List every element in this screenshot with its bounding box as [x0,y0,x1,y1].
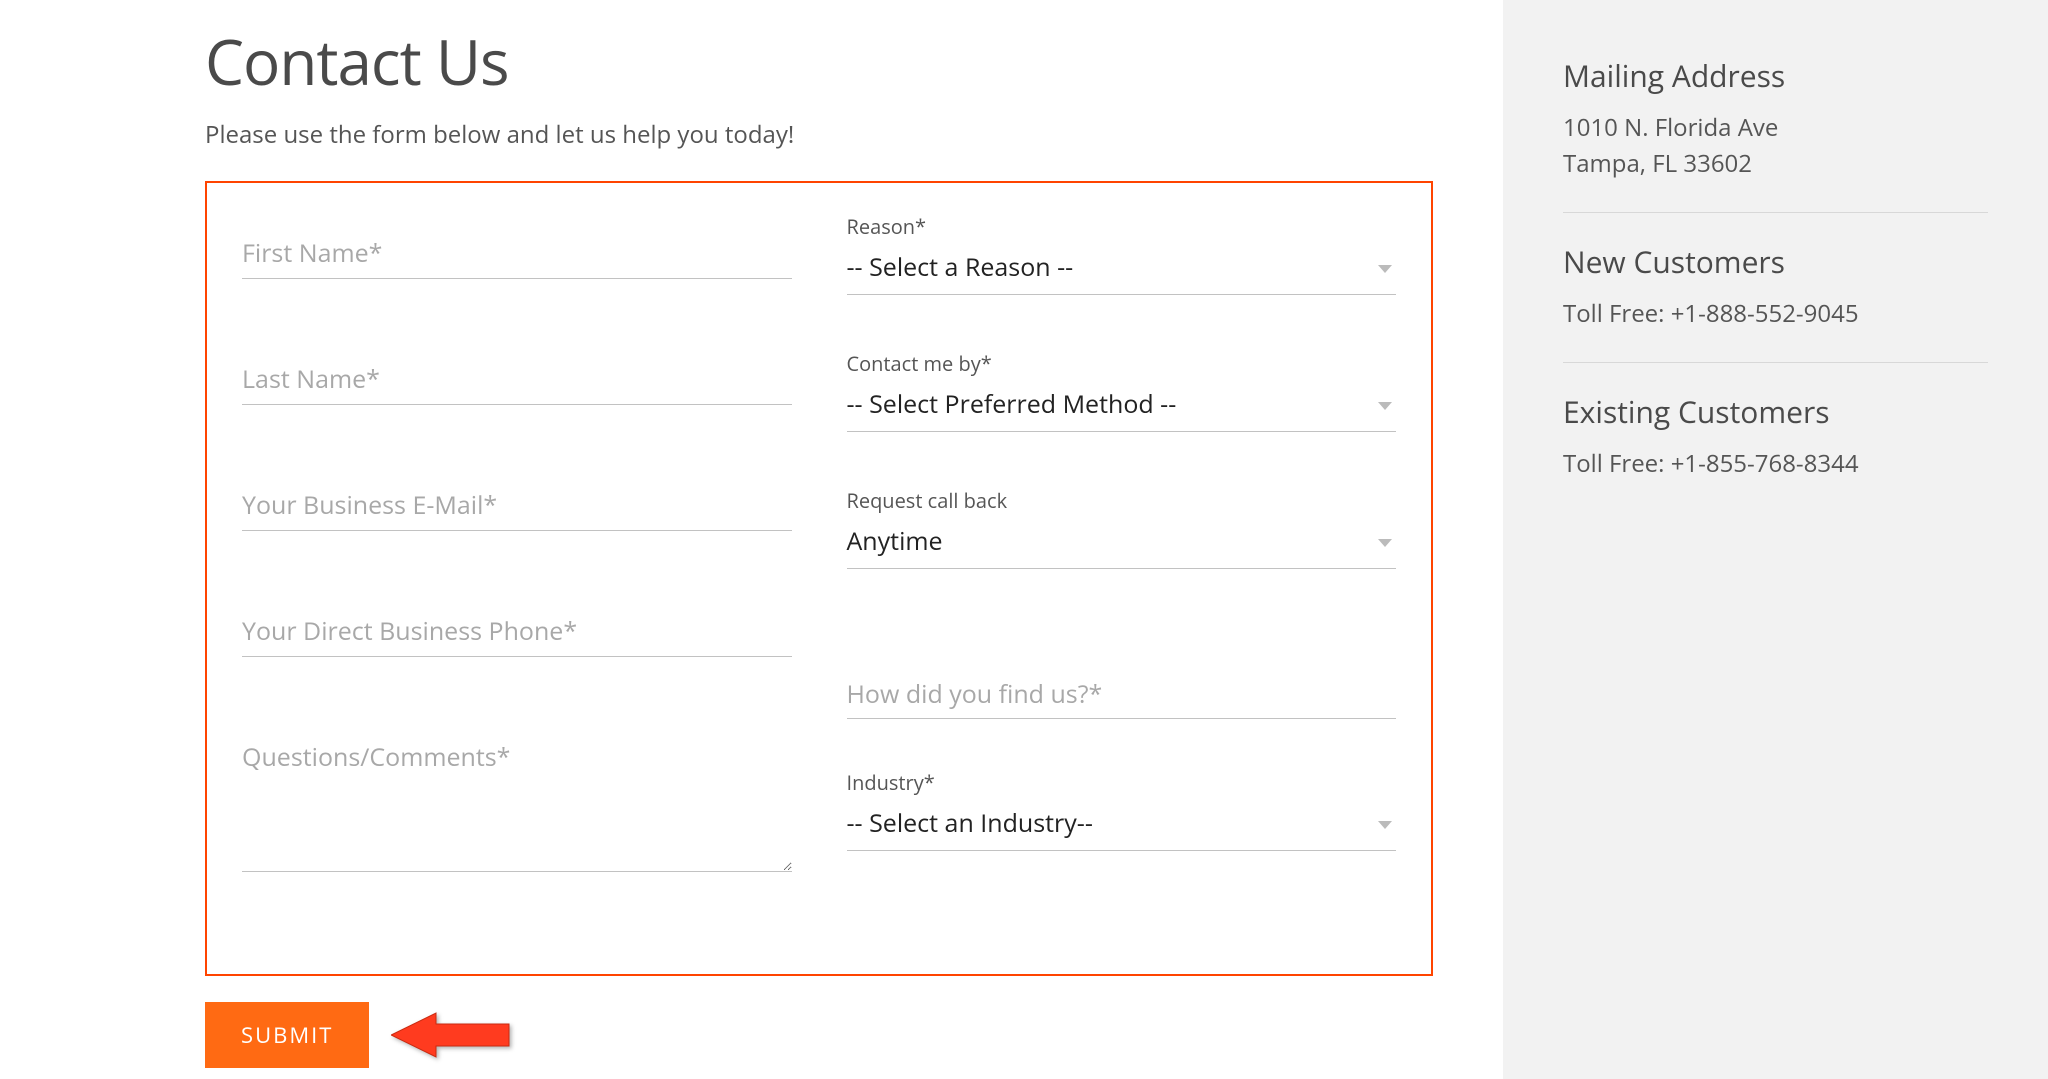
page-title: Contact Us [205,20,1433,104]
sidebar: Mailing Address 1010 N. Florida Ave Tamp… [1503,0,2048,1079]
contact-by-label: Contact me by* [847,350,1397,377]
reason-select-value: -- Select a Reason -- [847,244,1397,294]
reason-select[interactable]: -- Select a Reason -- [847,244,1397,295]
contact-by-select[interactable]: -- Select Preferred Method -- [847,381,1397,432]
new-customers-text: Toll Free: +1-888-552-9045 [1563,296,1988,332]
chevron-down-icon [1378,265,1392,273]
arrow-left-icon [391,1010,511,1060]
mailing-line1: 1010 N. Florida Ave [1563,110,1988,146]
callback-select[interactable]: Anytime [847,518,1397,569]
contact-form: Reason* -- Select a Reason -- Contact me… [205,181,1433,976]
mailing-heading: Mailing Address [1563,55,1988,96]
phone-input[interactable] [242,606,792,657]
existing-customers-section: Existing Customers Toll Free: +1-855-768… [1563,391,1988,512]
existing-customers-text: Toll Free: +1-855-768-8344 [1563,446,1988,482]
mailing-line2: Tampa, FL 33602 [1563,146,1988,182]
mailing-address-section: Mailing Address 1010 N. Florida Ave Tamp… [1563,55,1988,213]
industry-select-value: -- Select an Industry-- [847,800,1397,850]
form-right-column: Reason* -- Select a Reason -- Contact me… [847,213,1397,934]
submit-row: SUBMIT [205,1002,1433,1068]
first-name-input[interactable] [242,228,792,279]
new-customers-heading: New Customers [1563,241,1988,282]
page-subtitle: Please use the form below and let us hel… [205,118,1433,151]
chevron-down-icon [1378,539,1392,547]
existing-customers-heading: Existing Customers [1563,391,1988,432]
email-input[interactable] [242,480,792,531]
new-customers-section: New Customers Toll Free: +1-888-552-9045 [1563,241,1988,363]
last-name-input[interactable] [242,354,792,405]
form-left-column [242,213,792,934]
industry-label: Industry* [847,769,1397,796]
callback-label: Request call back [847,487,1397,514]
main-content: Contact Us Please use the form below and… [0,0,1503,1079]
callback-select-value: Anytime [847,518,1397,568]
chevron-down-icon [1378,821,1392,829]
contact-by-select-value: -- Select Preferred Method -- [847,381,1397,431]
comments-input[interactable] [242,732,792,872]
chevron-down-icon [1378,402,1392,410]
industry-select[interactable]: -- Select an Industry-- [847,800,1397,851]
submit-button[interactable]: SUBMIT [205,1002,369,1068]
find-us-input[interactable] [847,674,1397,719]
reason-label: Reason* [847,213,1397,240]
